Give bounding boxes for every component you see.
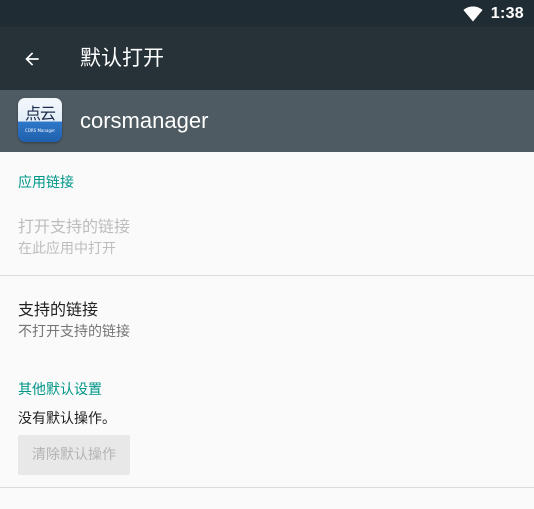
app-header: 点云 CORS Manager corsmanager (0, 90, 534, 152)
app-name: corsmanager (80, 108, 209, 133)
app-icon: 点云 CORS Manager (18, 98, 62, 142)
supported-links-title: 支持的链接 (18, 300, 99, 319)
app-icon-subtext: CORS Manager (24, 128, 56, 133)
section-header-other-defaults: 其他默认设置 (18, 382, 102, 398)
open-supported-links-summary: 在此应用中打开 (18, 241, 116, 257)
status-time: 1:38 (490, 4, 524, 22)
divider (0, 275, 534, 276)
status-indicators: 1:38 (463, 0, 524, 27)
no-default-actions-text: 没有默认操作。 (18, 411, 116, 427)
status-bar: 1:38 (0, 0, 534, 27)
open-supported-links-title: 打开支持的链接 (18, 217, 131, 236)
app-bar: 默认打开 (0, 27, 534, 90)
page-title: 默认打开 (80, 46, 164, 70)
back-button[interactable] (10, 37, 54, 81)
supported-links-summary: 不打开支持的链接 (18, 324, 130, 340)
section-header-app-links: 应用链接 (18, 175, 74, 191)
app-icon-logo-text: 点云 (24, 104, 56, 123)
clear-defaults-button[interactable]: 清除默认操作 (18, 435, 130, 475)
divider-bottom (0, 487, 534, 488)
wifi-icon (463, 5, 483, 21)
arrow-back-icon (25, 52, 39, 66)
